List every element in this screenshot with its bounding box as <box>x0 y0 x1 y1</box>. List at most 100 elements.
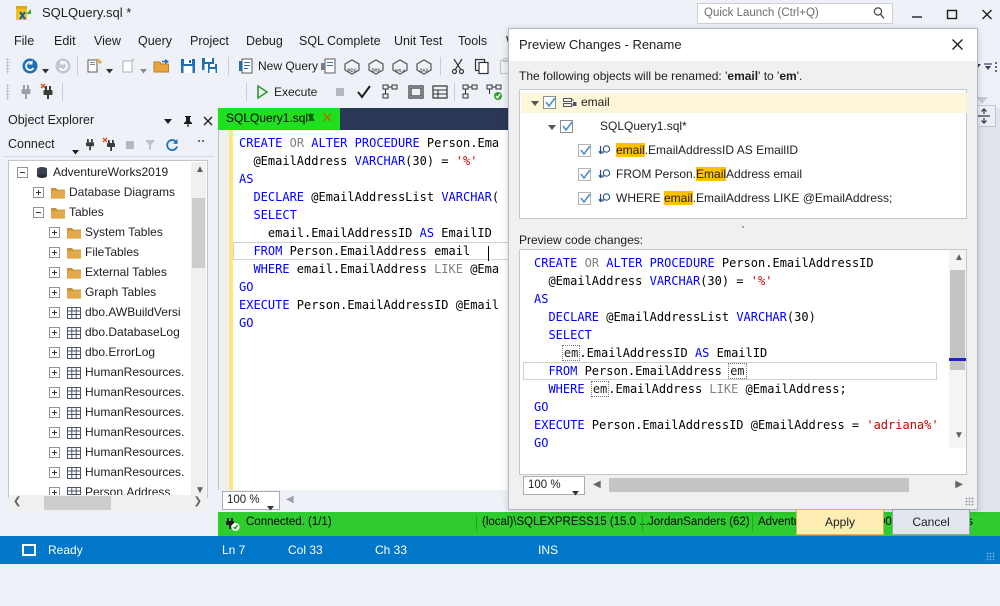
new-query-label[interactable]: New Query <box>258 59 318 73</box>
object-explorer-tree[interactable]: AdventureWorks2019 Database Diagrams Table… <box>8 160 208 498</box>
expand-icon[interactable] <box>49 467 60 478</box>
menu-file[interactable]: File <box>8 32 40 50</box>
display-estimated-plan-icon[interactable] <box>380 82 400 102</box>
expand-icon[interactable] <box>49 267 60 278</box>
oe-tree-node[interactable]: Tables <box>9 203 207 223</box>
menu-project[interactable]: Project <box>184 32 235 50</box>
disconnect-icon[interactable] <box>38 82 58 102</box>
toolbar-grip[interactable] <box>6 58 10 74</box>
row-checkbox[interactable] <box>543 96 556 109</box>
close-icon[interactable] <box>200 113 216 129</box>
row-checkbox[interactable] <box>578 192 591 205</box>
close-icon[interactable] <box>322 112 333 126</box>
close-button[interactable] <box>972 4 1000 24</box>
pin-icon[interactable] <box>306 113 316 128</box>
connect-plug-icon[interactable] <box>82 137 98 153</box>
query-options-icon[interactable] <box>406 82 426 102</box>
new-analysis-query-icon[interactable] <box>318 56 338 76</box>
row-checkbox[interactable] <box>560 120 573 133</box>
editor-text[interactable]: CREATE OR ALTER PROCEDURE Person.Ema @Em… <box>239 134 499 332</box>
include-actual-plan-icon[interactable] <box>460 82 480 102</box>
dock-menu-icon[interactable] <box>994 61 998 76</box>
navigate-back-dropdown-icon[interactable] <box>42 63 49 74</box>
oe-tree-node[interactable]: System Tables <box>9 223 207 243</box>
expand-icon[interactable] <box>49 287 60 298</box>
object-explorer-horizontal-scrollbar[interactable]: ❮ ❯ <box>9 495 207 511</box>
dialog-close-button[interactable] <box>945 34 971 56</box>
refresh-icon[interactable] <box>164 137 180 153</box>
tab-sqlquery1[interactable]: SQLQuery1.sql* <box>218 108 340 130</box>
oe-tree-node[interactable]: Graph Tables <box>9 283 207 303</box>
expand-icon[interactable] <box>49 407 60 418</box>
code-preview-vertical-scrollbar[interactable]: ▲ ▼ <box>949 250 966 448</box>
expand-icon[interactable] <box>49 247 60 258</box>
scrollbar-thumb[interactable] <box>950 270 965 370</box>
resize-grip[interactable] <box>986 552 995 561</box>
scrollbar-thumb[interactable] <box>192 198 205 268</box>
collapse-icon[interactable] <box>531 101 539 110</box>
menu-tools[interactable]: Tools <box>452 32 493 50</box>
scroll-left-icon[interactable]: ◀ <box>286 494 294 505</box>
object-explorer-vertical-scrollbar[interactable]: ▲ ▼ <box>191 162 206 497</box>
oe-tree-node[interactable]: HumanResources. <box>9 443 207 463</box>
oe-tree-node[interactable]: HumanResources. <box>9 463 207 483</box>
results-to-grid-icon[interactable] <box>430 82 450 102</box>
oe-tree-node[interactable]: External Tables <box>9 263 207 283</box>
execute-play-icon[interactable] <box>252 82 272 102</box>
pin-icon[interactable] <box>180 113 196 129</box>
expand-icon[interactable] <box>49 427 60 438</box>
expand-icon[interactable] <box>33 187 44 198</box>
open-file-icon[interactable] <box>152 56 172 76</box>
execute-label[interactable]: Execute <box>274 85 317 99</box>
editor-zoom-selector[interactable]: 100 % <box>222 491 280 511</box>
new-project-dropdown-icon[interactable] <box>106 63 113 74</box>
row-checkbox[interactable] <box>578 168 591 181</box>
menu-edit[interactable]: Edit <box>48 32 82 50</box>
oe-tree-node[interactable]: HumanResources. <box>9 403 207 423</box>
dock-overflow-icon-2[interactable] <box>983 61 993 75</box>
dialog-resize-grip[interactable] <box>965 497 974 506</box>
include-live-stats-icon[interactable] <box>484 82 504 102</box>
chevron-down-icon[interactable] <box>72 144 79 158</box>
oe-tree-node[interactable]: dbo.ErrorLog <box>9 343 207 363</box>
scroll-left-icon[interactable]: ❮ <box>13 496 21 507</box>
collapse-icon[interactable] <box>33 207 44 218</box>
menu-query[interactable]: Query <box>132 32 178 50</box>
new-project-icon[interactable] <box>84 56 104 76</box>
oe-tree-node[interactable]: AdventureWorks2019 <box>9 163 207 183</box>
dialog-zoom-selector[interactable]: 100 % <box>523 476 585 496</box>
apply-button[interactable]: Apply <box>796 509 884 535</box>
scroll-down-icon[interactable]: ▼ <box>954 430 964 441</box>
collapse-icon[interactable] <box>17 167 28 178</box>
new-dax-query-icon[interactable]: DAX <box>414 56 434 76</box>
menu-sql-complete[interactable]: SQL Complete <box>293 32 387 50</box>
row-checkbox[interactable] <box>578 144 591 157</box>
disconnect-plug-icon[interactable] <box>102 137 118 153</box>
splitter-grip[interactable] <box>509 223 977 231</box>
oe-tree-node[interactable]: HumanResources. <box>9 363 207 383</box>
scrollbar-thumb[interactable] <box>44 496 111 510</box>
expand-icon[interactable] <box>49 387 60 398</box>
scrollbar-thumb[interactable] <box>609 478 909 492</box>
oe-tree-node[interactable]: HumanResources. <box>9 423 207 443</box>
search-icon[interactable] <box>872 6 886 20</box>
overflow-icon[interactable] <box>194 137 210 153</box>
expand-icon[interactable] <box>49 367 60 378</box>
new-dmx-query-icon[interactable]: DMX <box>366 56 386 76</box>
menu-unit-test[interactable]: Unit Test <box>388 32 448 50</box>
chevron-down-icon[interactable] <box>160 113 176 129</box>
expand-icon[interactable] <box>49 327 60 338</box>
navigate-back-icon[interactable] <box>20 56 40 76</box>
filter-icon[interactable] <box>142 137 158 153</box>
add-new-item-dropdown-icon[interactable] <box>140 63 147 74</box>
maximize-button[interactable] <box>937 4 967 24</box>
oe-tree-node[interactable]: Database Diagrams <box>9 183 207 203</box>
parse-check-icon[interactable] <box>354 82 374 102</box>
code-preview[interactable]: CREATE OR ALTER PROCEDURE Person.EmailAd… <box>519 249 967 475</box>
menu-debug[interactable]: Debug <box>240 32 289 50</box>
expand-icon[interactable] <box>49 227 60 238</box>
expand-icon[interactable] <box>49 307 60 318</box>
scroll-right-icon[interactable]: ▶ <box>955 479 963 490</box>
collapse-icon[interactable] <box>548 125 556 134</box>
copy-icon[interactable] <box>472 56 492 76</box>
